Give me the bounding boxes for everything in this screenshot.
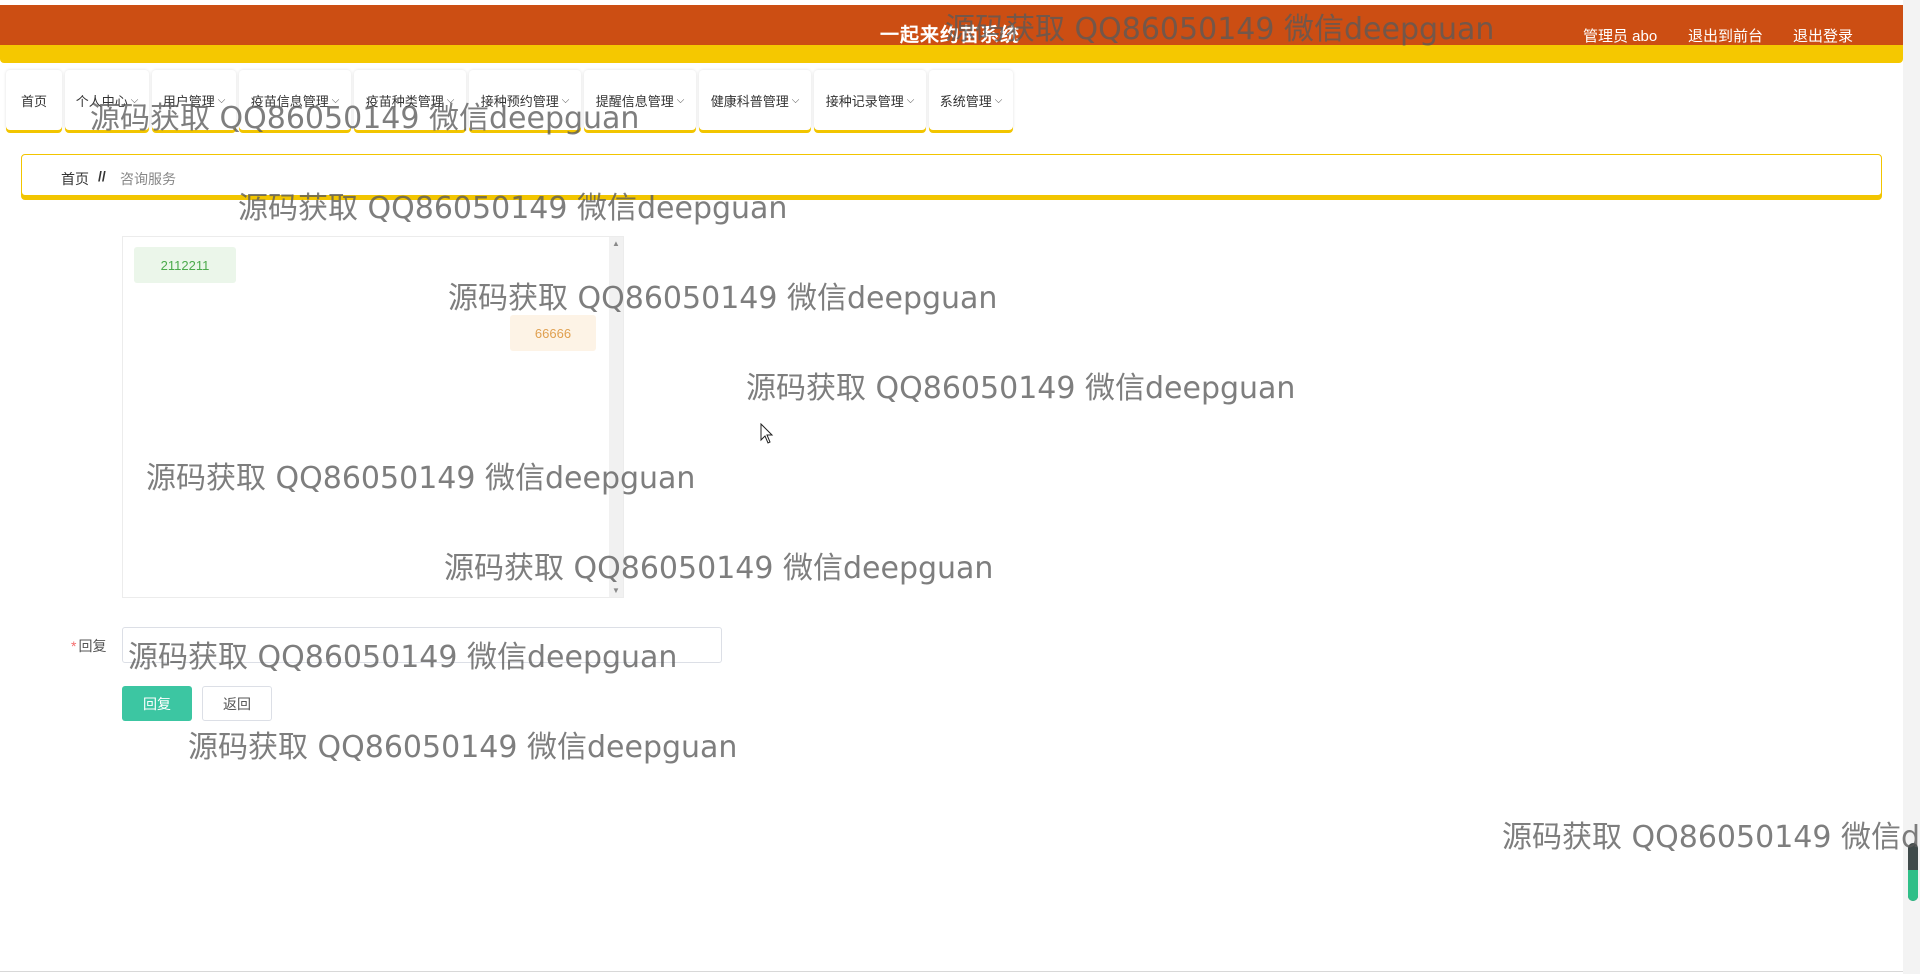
chevron-down-icon: ⌵ bbox=[906, 94, 915, 106]
reply-label-text: 回复 bbox=[78, 638, 107, 654]
nav-item-label: 疫苗种类管理 bbox=[365, 93, 444, 109]
chevron-down-icon: ⌵ bbox=[791, 94, 800, 106]
chevron-down-icon: ⌵ bbox=[561, 94, 570, 106]
nav-item-user-management[interactable]: 用户管理 ⌵ bbox=[152, 70, 236, 130]
chevron-down-icon: ⌵ bbox=[217, 94, 226, 106]
nav-item-home[interactable]: 首页 bbox=[6, 70, 62, 130]
chevron-down-icon: ⌵ bbox=[130, 94, 139, 106]
nav-item-reminder[interactable]: 提醒信息管理 ⌵ bbox=[584, 70, 696, 130]
nav-item-health-science[interactable]: 健康科普管理 ⌵ bbox=[699, 70, 811, 130]
required-marker: * bbox=[71, 638, 77, 654]
chat-scrollbar[interactable]: ▲ ▼ bbox=[609, 237, 623, 597]
site-title: 一起来约苗系统 bbox=[879, 25, 1020, 46]
chevron-down-icon: ⌵ bbox=[446, 94, 455, 106]
page-scrollbar-indicator bbox=[1908, 870, 1918, 901]
chat-message-panel[interactable]: 2112211 66666 ▲ ▼ bbox=[122, 236, 624, 598]
watermark-text: 源码获取 QQ86050149 微信deepguan bbox=[746, 371, 1296, 406]
nav-item-label: 健康科普管理 bbox=[710, 93, 789, 109]
reply-field-label: * 回复 bbox=[71, 636, 106, 656]
chat-message-left: 2112211 bbox=[134, 247, 236, 283]
nav-item-label: 首页 bbox=[20, 93, 47, 109]
nav-item-label: 个人中心 bbox=[75, 93, 128, 109]
exit-to-front-link[interactable]: 退出到前台 bbox=[1688, 25, 1763, 46]
nav-item-personal-center[interactable]: 个人中心 ⌵ bbox=[65, 70, 149, 130]
nav-item-vaccination-record[interactable]: 接种记录管理 ⌵ bbox=[814, 70, 926, 130]
nav-item-label: 疫苗信息管理 bbox=[250, 93, 329, 109]
chat-message-right: 66666 bbox=[510, 315, 596, 351]
nav-item-label: 用户管理 bbox=[162, 93, 215, 109]
chevron-down-icon: ⌵ bbox=[994, 94, 1003, 106]
nav-item-label: 系统管理 bbox=[939, 93, 992, 109]
nav-item-label: 接种预约管理 bbox=[480, 93, 559, 109]
bottom-divider bbox=[0, 971, 1903, 972]
nav-item-system[interactable]: 系统管理 ⌵ bbox=[929, 70, 1013, 130]
breadcrumb-current: 咨询服务 bbox=[120, 171, 176, 187]
watermark-text: 源码获取 QQ86050149 微信deepguan bbox=[188, 730, 738, 765]
page-scrollbar[interactable] bbox=[1903, 0, 1920, 974]
logout-link[interactable]: 退出登录 bbox=[1793, 25, 1853, 46]
breadcrumb-separator: // bbox=[98, 168, 106, 184]
nav-item-vaccine-category[interactable]: 疫苗种类管理 ⌵ bbox=[354, 70, 466, 130]
scroll-down-arrow-icon[interactable]: ▼ bbox=[609, 586, 623, 595]
watermark-text: 源码获取 QQ86050149 微信deepguan bbox=[1502, 820, 1920, 855]
chevron-down-icon: ⌵ bbox=[331, 94, 340, 106]
scroll-up-arrow-icon[interactable]: ▲ bbox=[609, 239, 623, 248]
back-button[interactable]: 返回 bbox=[202, 686, 272, 721]
admin-user-label: 管理员 abo bbox=[1583, 28, 1658, 45]
reply-button[interactable]: 回复 bbox=[122, 686, 192, 721]
nav-item-label: 提醒信息管理 bbox=[595, 93, 674, 109]
nav-item-appointment[interactable]: 接种预约管理 ⌵ bbox=[469, 70, 581, 130]
breadcrumb: 首页 // 咨询服务 bbox=[21, 154, 1882, 196]
nav-item-label: 接种记录管理 bbox=[825, 93, 904, 109]
nav-item-vaccine-info[interactable]: 疫苗信息管理 ⌵ bbox=[239, 70, 351, 130]
breadcrumb-home[interactable]: 首页 bbox=[61, 169, 89, 189]
mouse-pointer-icon bbox=[760, 423, 774, 444]
reply-input[interactable] bbox=[122, 627, 722, 663]
chevron-down-icon: ⌵ bbox=[676, 94, 685, 106]
header-accent-stripe bbox=[0, 45, 1903, 63]
